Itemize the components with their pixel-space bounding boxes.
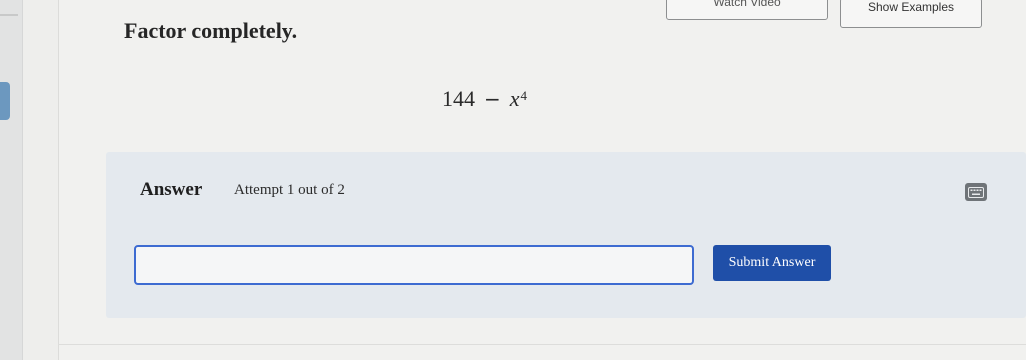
expression-exponent: 4: [520, 88, 528, 103]
divider: [58, 344, 1026, 345]
answer-input[interactable]: [134, 245, 694, 285]
expression-operator: −: [484, 87, 501, 111]
math-expression: 144 − x 4: [442, 86, 527, 112]
divider: [0, 14, 18, 16]
watch-video-label: Watch Video: [713, 0, 781, 9]
keyboard-icon[interactable]: [965, 183, 987, 201]
watch-video-button[interactable]: Watch Video: [666, 0, 828, 20]
side-tab[interactable]: [0, 82, 10, 120]
show-examples-label: Show Examples: [867, 0, 955, 14]
expression-constant: 144: [442, 86, 475, 111]
show-examples-button[interactable]: Show Examples: [840, 0, 982, 28]
left-sidebar-strip: [0, 0, 23, 360]
expression-variable: x: [509, 86, 520, 111]
answer-panel: [106, 152, 1026, 318]
question-prompt: Factor completely.: [124, 18, 298, 43]
submit-answer-button[interactable]: Submit Answer: [713, 245, 831, 281]
answer-label: Answer: [140, 179, 203, 200]
attempt-counter: Attempt 1 out of 2: [234, 182, 345, 198]
